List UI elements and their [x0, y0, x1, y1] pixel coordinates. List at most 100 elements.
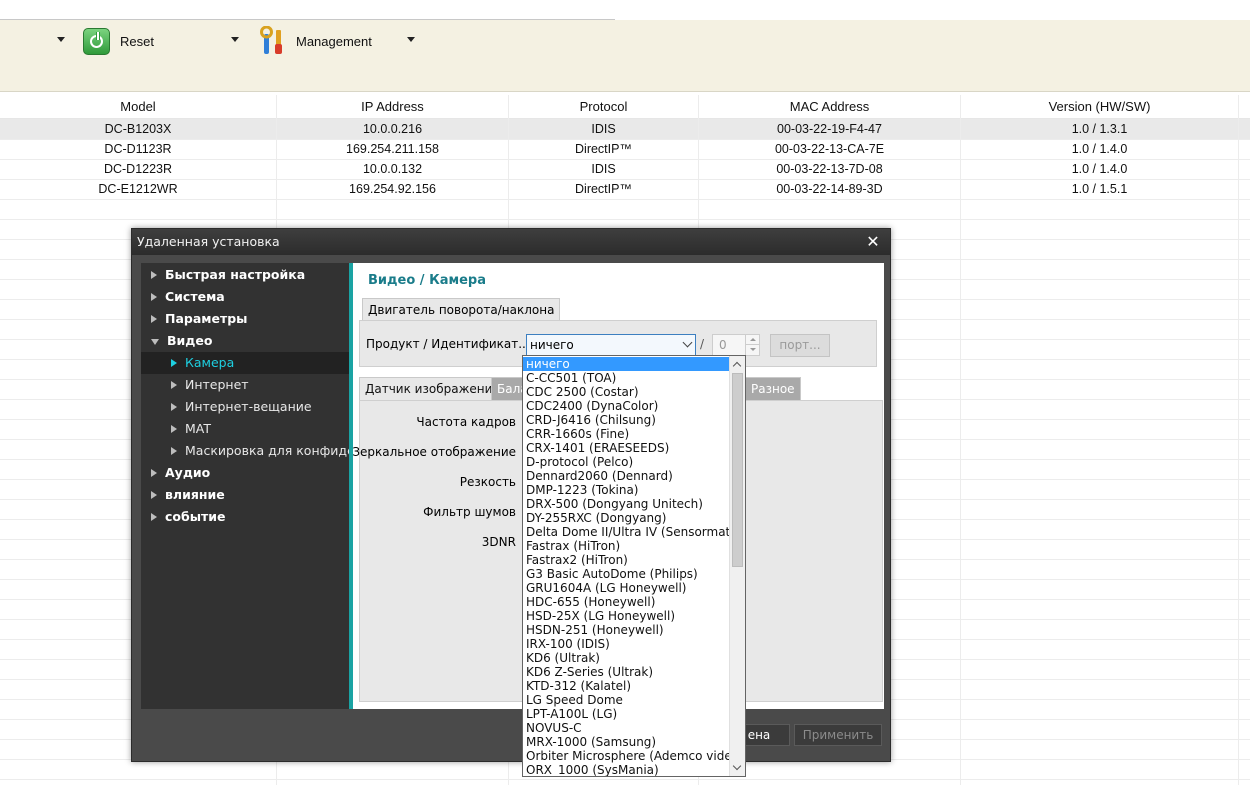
dropdown-scrollbar[interactable]: [729, 356, 745, 776]
table-cell[interactable]: DirectIP™: [509, 179, 698, 199]
window-top-strip: [0, 0, 1250, 20]
chevron-down-icon[interactable]: [407, 37, 415, 42]
dropdown-option[interactable]: Orbiter Microsphere (Ademco video): [523, 749, 730, 763]
id-stepper[interactable]: 0: [712, 334, 760, 356]
scroll-down-icon[interactable]: [730, 760, 745, 776]
dropdown-option[interactable]: CRR-1660s (Fine): [523, 427, 730, 441]
nav-item[interactable]: Интернет-вещание: [141, 396, 349, 418]
dropdown-option[interactable]: KTD-312 (Kalatel): [523, 679, 730, 693]
dropdown-option[interactable]: Fastrax2 (HiTron): [523, 553, 730, 567]
reset-button[interactable]: Reset: [83, 20, 154, 62]
column-header-model[interactable]: Model: [0, 97, 276, 117]
dropdown-option[interactable]: IRX-100 (IDIS): [523, 637, 730, 651]
dropdown-option[interactable]: NOVUS-C: [523, 721, 730, 735]
nav-item-label: Интернет: [185, 377, 249, 392]
dropdown-option[interactable]: MRX-1000 (Samsung): [523, 735, 730, 749]
scroll-up-icon[interactable]: [730, 356, 745, 372]
table-cell[interactable]: 169.254.92.156: [277, 179, 508, 199]
dropdown-option[interactable]: G3 Basic AutoDome (Philips): [523, 567, 730, 581]
table-cell[interactable]: 00-03-22-13-CA-7E: [699, 139, 960, 159]
dropdown-option[interactable]: DY-255RXC (Dongyang): [523, 511, 730, 525]
column-header-ip[interactable]: IP Address: [277, 97, 508, 117]
dropdown-option[interactable]: ничего: [523, 357, 730, 371]
nav-item[interactable]: Параметры: [141, 308, 349, 330]
dropdown-option[interactable]: Fastrax (HiTron): [523, 539, 730, 553]
table-cell[interactable]: DC-E1212WR: [0, 179, 276, 199]
management-button[interactable]: Management: [260, 20, 372, 62]
table-cell[interactable]: IDIS: [509, 119, 698, 139]
table-cell[interactable]: 1.0 / 1.3.1: [961, 119, 1238, 139]
dropdown-option[interactable]: GRU1604A (LG Honeywell): [523, 581, 730, 595]
field-sharpness: Резкость: [459, 475, 516, 489]
nav-item[interactable]: влияние: [141, 484, 349, 506]
table-cell[interactable]: DirectIP™: [509, 139, 698, 159]
dropdown-option[interactable]: HSDN-251 (Honeywell): [523, 623, 730, 637]
management-label: Management: [296, 33, 372, 49]
dropdown-option[interactable]: CDC2400 (DynaColor): [523, 399, 730, 413]
product-select-value: ничего: [530, 338, 574, 352]
dropdown-option[interactable]: KD6 (Ultrak): [523, 651, 730, 665]
dropdown-option[interactable]: HDC-655 (Honeywell): [523, 595, 730, 609]
dropdown-option[interactable]: KD6 Z-Series (Ultrak): [523, 665, 730, 679]
dropdown-option[interactable]: HSD-25X (LG Honeywell): [523, 609, 730, 623]
collapsed-arrow-icon: [151, 469, 157, 477]
table-cell[interactable]: 169.254.211.158: [277, 139, 508, 159]
nav-item[interactable]: MAT: [141, 418, 349, 440]
column-header-protocol[interactable]: Protocol: [509, 97, 698, 117]
dropdown-option[interactable]: C-CC501 (TOA): [523, 371, 730, 385]
nav-item[interactable]: Аудио: [141, 462, 349, 484]
nav-item[interactable]: Маскировка для конфиденциальности: [141, 440, 349, 462]
chevron-down-icon[interactable]: [231, 37, 239, 42]
dropdown-option[interactable]: DRX-500 (Dongyang Unitech): [523, 497, 730, 511]
nav-item[interactable]: Система: [141, 286, 349, 308]
dropdown-option[interactable]: DMP-1223 (Tokina): [523, 483, 730, 497]
chevron-down-icon: [682, 337, 693, 348]
nav-item[interactable]: Быстрая настройка: [141, 264, 349, 286]
tab-misc[interactable]: Разное: [745, 377, 801, 400]
tab-image-sensor[interactable]: Датчик изображения: [359, 377, 506, 400]
table-cell[interactable]: 1.0 / 1.5.1: [961, 179, 1238, 199]
dropdown-option[interactable]: Delta Dome II/Ultra IV (Sensormatic): [523, 525, 730, 539]
dropdown-option[interactable]: ORX_1000 (SysMania): [523, 763, 730, 776]
dropdown-option[interactable]: Dennard2060 (Dennard): [523, 469, 730, 483]
table-cell[interactable]: DC-D1123R: [0, 139, 276, 159]
nav-item-label: влияние: [165, 487, 225, 502]
table-cell[interactable]: 10.0.0.216: [277, 119, 508, 139]
tab-ptz[interactable]: Двигатель поворота/наклона: [362, 298, 561, 320]
table-cell[interactable]: 1.0 / 1.4.0: [961, 159, 1238, 179]
nav-item-label: Параметры: [165, 311, 248, 326]
dropdown-option[interactable]: CRD-J6416 (Chilsung): [523, 413, 730, 427]
nav-item[interactable]: Видео: [141, 330, 349, 352]
dropdown-option[interactable]: LPT-A100L (LG): [523, 707, 730, 721]
port-button[interactable]: порт...: [770, 334, 830, 357]
table-cell[interactable]: 1.0 / 1.4.0: [961, 139, 1238, 159]
nav-item-label: Интернет-вещание: [185, 399, 312, 414]
field-3dnr: 3DNR: [481, 535, 516, 549]
product-select[interactable]: ничего: [526, 334, 696, 356]
table-cell[interactable]: IDIS: [509, 159, 698, 179]
scrollbar-thumb[interactable]: [732, 373, 743, 567]
stepper-up-icon[interactable]: [745, 335, 759, 345]
table-cell[interactable]: 00-03-22-19-F4-47: [699, 119, 960, 139]
column-header-mac[interactable]: MAC Address: [699, 97, 960, 117]
nav-item[interactable]: событие: [141, 506, 349, 528]
table-cell[interactable]: DC-B1203X: [0, 119, 276, 139]
apply-button[interactable]: Применить: [794, 724, 882, 746]
chevron-down-icon[interactable]: [57, 37, 65, 42]
nav-item[interactable]: Интернет: [141, 374, 349, 396]
dropdown-option[interactable]: D-protocol (Pelco): [523, 455, 730, 469]
table-cell[interactable]: DC-D1223R: [0, 159, 276, 179]
product-dropdown-list: ничего C-CC501 (TOA) CDC 2500 (Costar) CDC2…: [522, 355, 746, 777]
column-header-version[interactable]: Version (HW/SW): [961, 97, 1238, 117]
dropdown-option[interactable]: CRX-1401 (ERAESEEDS): [523, 441, 730, 455]
row-divider: [0, 219, 1250, 220]
nav-item[interactable]: Камера: [141, 352, 349, 374]
dialog-title: Удаленная установка: [132, 229, 890, 255]
close-icon[interactable]: ✕: [864, 233, 882, 251]
dropdown-option[interactable]: LG Speed Dome: [523, 693, 730, 707]
table-cell[interactable]: 00-03-22-13-7D-08: [699, 159, 960, 179]
stepper-down-icon[interactable]: [745, 345, 759, 355]
table-cell[interactable]: 10.0.0.132: [277, 159, 508, 179]
table-cell[interactable]: 00-03-22-14-89-3D: [699, 179, 960, 199]
dropdown-option[interactable]: CDC 2500 (Costar): [523, 385, 730, 399]
